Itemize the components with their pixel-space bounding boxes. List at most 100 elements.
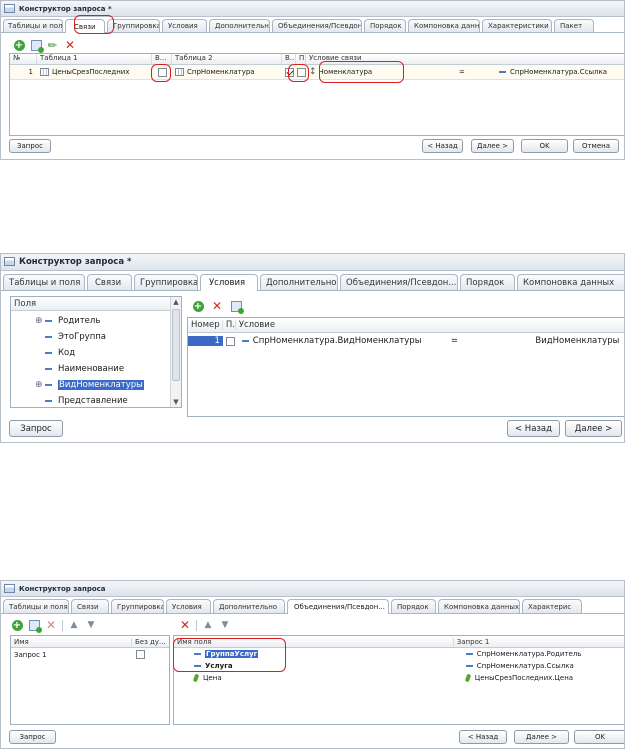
tree-item-item-kind[interactable]: ⊕ ВидНоменклатуры [35, 380, 144, 390]
row-all1-cell [152, 67, 172, 77]
col-table2: Таблица 2 [172, 54, 282, 64]
tab-characteristics[interactable]: Характерис [522, 599, 582, 613]
toolbar-separator [196, 619, 197, 631]
ok-button[interactable]: OK [574, 730, 624, 744]
add-icon[interactable]: + [192, 300, 204, 312]
back-button[interactable]: < Назад [507, 420, 560, 437]
tab-data-composition[interactable]: Компоновка данных [517, 274, 624, 290]
tab-grouping[interactable]: Группировка [134, 274, 198, 290]
tab-conditions[interactable]: Условия [200, 274, 258, 291]
expand-icon[interactable]: ⊕ [35, 380, 45, 390]
tab-order[interactable]: Порядок [460, 274, 515, 290]
move-down-icon[interactable]: ▼ [85, 619, 97, 631]
copy-icon[interactable] [28, 619, 42, 633]
table-row[interactable]: Запрос 1 [11, 648, 169, 661]
table-row[interactable]: 1 ЦеныСрезПоследних СпрНоменклатура ↕ Но… [10, 65, 624, 80]
no-duplicates-checkbox[interactable] [136, 650, 145, 659]
row-p-cell [296, 67, 306, 77]
field-icon [45, 352, 52, 354]
tab-grouping[interactable]: Группировка [107, 19, 160, 32]
tab-unions-aliases[interactable]: Объединения/Псевдон... [287, 599, 389, 614]
row-nodup-cell [132, 650, 169, 659]
table-row[interactable]: Цена ЦеныСрезПоследних.Цена [174, 672, 624, 684]
delete-icon[interactable]: ✕ [179, 619, 191, 631]
next-button[interactable]: Далее > [471, 139, 514, 153]
fields-scrollbar[interactable]: ▲ ▼ [170, 297, 181, 407]
ok-button[interactable]: OK [521, 139, 568, 153]
move-up-icon[interactable]: ▲ [202, 619, 214, 631]
tab-grouping[interactable]: Группировка [111, 599, 164, 613]
tab-strip: Таблицы и поля Связи Группировка Условия… [1, 598, 624, 614]
query-builder-unions: Конструктор запроса Таблицы и поля Связи… [0, 580, 625, 749]
query-button[interactable]: Запрос [9, 139, 51, 153]
tab-conditions[interactable]: Условия [162, 19, 207, 32]
tab-data-composition[interactable]: Компоновка данных [438, 599, 520, 613]
tab-links[interactable]: Связи [87, 274, 132, 290]
leaf-icon [192, 674, 200, 682]
scroll-up-icon[interactable]: ▲ [171, 297, 181, 307]
scroll-thumb[interactable] [172, 309, 180, 381]
tree-item-is-group[interactable]: ЭтоГруппа [45, 332, 106, 342]
tree-item-code[interactable]: Код [45, 348, 75, 358]
query-button[interactable]: Запрос [9, 730, 56, 744]
expand-icon[interactable]: ⊕ [35, 316, 45, 326]
tab-additional[interactable]: Дополнительно [213, 599, 285, 613]
edit-icon[interactable]: ✎ [45, 37, 61, 53]
row-number: 1 [188, 336, 223, 346]
tab-characteristics[interactable]: Характеристики [482, 19, 552, 32]
tree-item-parent[interactable]: ⊕ Родитель [35, 316, 100, 326]
links-table: № Таблица 1 В... Таблица 2 В... П... Усл… [9, 53, 624, 136]
tab-additional[interactable]: Дополнительно [260, 274, 338, 290]
table-row[interactable]: ГруппаУслуг СпрНоменклатура.Родитель [174, 648, 624, 660]
tab-data-composition[interactable]: Компоновка данных [408, 19, 480, 32]
tab-tables-fields[interactable]: Таблицы и поля [3, 19, 63, 32]
col-all2: В... [282, 54, 296, 64]
leaf-icon [464, 674, 472, 682]
row-field-name: Цена [203, 674, 222, 682]
copy-icon[interactable] [30, 39, 44, 53]
row-number: 1 [28, 68, 33, 76]
tree-item-presentation[interactable]: Представление [45, 396, 128, 406]
field-icon [194, 653, 201, 655]
table-row[interactable]: 1 СпрНоменклатура.ВидНоменклатуры = ВидН… [188, 333, 624, 349]
row-table1: ЦеныСрезПоследних [52, 68, 130, 76]
query-button[interactable]: Запрос [9, 420, 63, 437]
copy-icon[interactable] [230, 300, 244, 314]
tab-additional[interactable]: Дополнительно [209, 19, 270, 32]
row-operator: = [450, 336, 458, 346]
cancel-button[interactable]: Отмена [573, 139, 619, 153]
scroll-down-icon[interactable]: ▼ [171, 397, 181, 407]
add-icon[interactable]: + [11, 619, 23, 631]
tab-conditions[interactable]: Условия [166, 599, 211, 613]
all-table2-checkbox[interactable] [284, 67, 294, 77]
back-button[interactable]: < Назад [422, 139, 463, 153]
delete-icon[interactable]: ✕ [45, 619, 57, 631]
tab-tables-fields[interactable]: Таблицы и поля [3, 599, 69, 613]
move-up-icon[interactable]: ▲ [68, 619, 80, 631]
all-table1-checkbox[interactable] [157, 67, 167, 77]
arbitrary-condition-checkbox[interactable] [226, 336, 236, 346]
tree-item-name[interactable]: Наименование [45, 364, 124, 374]
tab-order[interactable]: Порядок [364, 19, 406, 32]
next-button[interactable]: Далее > [565, 420, 622, 437]
queries-table: Имя Без ду... Запрос 1 [10, 635, 170, 725]
table-row[interactable]: Услуга СпрНоменклатура.Ссылка [174, 660, 624, 672]
delete-icon[interactable]: ✕ [211, 300, 223, 312]
row-condition-value: ВидНоменклатуры [535, 336, 620, 346]
move-down-icon[interactable]: ▼ [219, 619, 231, 631]
back-button[interactable]: < Назад [459, 730, 507, 744]
add-icon[interactable]: + [13, 39, 25, 51]
delete-icon[interactable]: ✕ [64, 39, 76, 51]
tab-tables-fields[interactable]: Таблицы и поля [3, 274, 85, 290]
arbitrary-condition-checkbox[interactable] [296, 67, 306, 77]
tab-batch[interactable]: Пакет [554, 19, 594, 32]
fields-toolbar: ✕ ▲ ▼ [179, 619, 231, 631]
next-button[interactable]: Далее > [514, 730, 569, 744]
tab-links[interactable]: Связи [65, 19, 105, 33]
tab-unions-aliases[interactable]: Объединения/Псевдон... [340, 274, 458, 290]
tab-links[interactable]: Связи [71, 599, 109, 613]
tab-order[interactable]: Порядок [391, 599, 436, 613]
tab-unions-aliases[interactable]: Объединения/Псевдон... [272, 19, 362, 32]
row-p-cell [223, 336, 239, 346]
tree-item-label: ВидНоменклатуры [58, 380, 144, 390]
